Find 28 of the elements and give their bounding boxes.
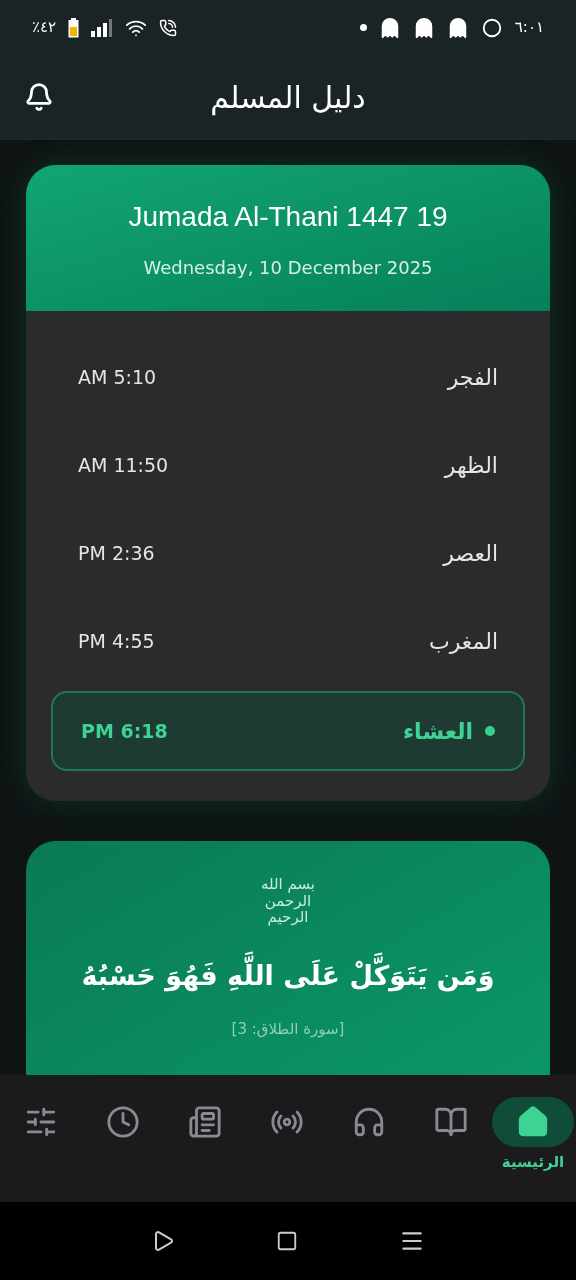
battery-icon: [68, 17, 80, 38]
prayer-time: AM 5:10: [78, 364, 157, 390]
prayer-time: AM 11:50: [78, 452, 169, 478]
app-title: دليل المسلم: [210, 78, 366, 118]
sliders-icon: [24, 1105, 58, 1139]
news-icon: [188, 1105, 222, 1139]
call-icon: [159, 18, 178, 37]
bell-icon[interactable]: [24, 82, 54, 112]
prayer-time: PM 4:55: [78, 628, 155, 654]
prayer-name: الظهر: [444, 451, 498, 480]
signal-icon: [91, 18, 114, 37]
prayer-name: الفجر: [447, 363, 498, 392]
prayer-name: العصر: [443, 539, 498, 568]
hijri-date: Jumada Al-Thani 1447 19: [128, 199, 448, 234]
verse-source: [سورة الطلاق: 3]: [231, 1019, 345, 1040]
status-time: ٦:٠١: [514, 17, 544, 39]
home-icon: [516, 1105, 550, 1139]
gregorian-date: Wednesday, 10 December 2025: [143, 255, 433, 280]
home-button-icon[interactable]: [276, 1230, 298, 1252]
prayer-time: PM 2:36: [78, 540, 155, 566]
prayer-time: PM 6:18: [81, 718, 168, 744]
basmala: بسم الله الرحمن الرحيم: [259, 876, 317, 926]
prayer-name: العشاء: [402, 717, 473, 746]
headphones-icon: [352, 1105, 386, 1139]
book-icon: [434, 1105, 468, 1139]
prayer-name: المغرب: [429, 627, 498, 656]
clock-icon: [106, 1105, 140, 1139]
battery-level: ٤٢٪: [32, 17, 57, 39]
